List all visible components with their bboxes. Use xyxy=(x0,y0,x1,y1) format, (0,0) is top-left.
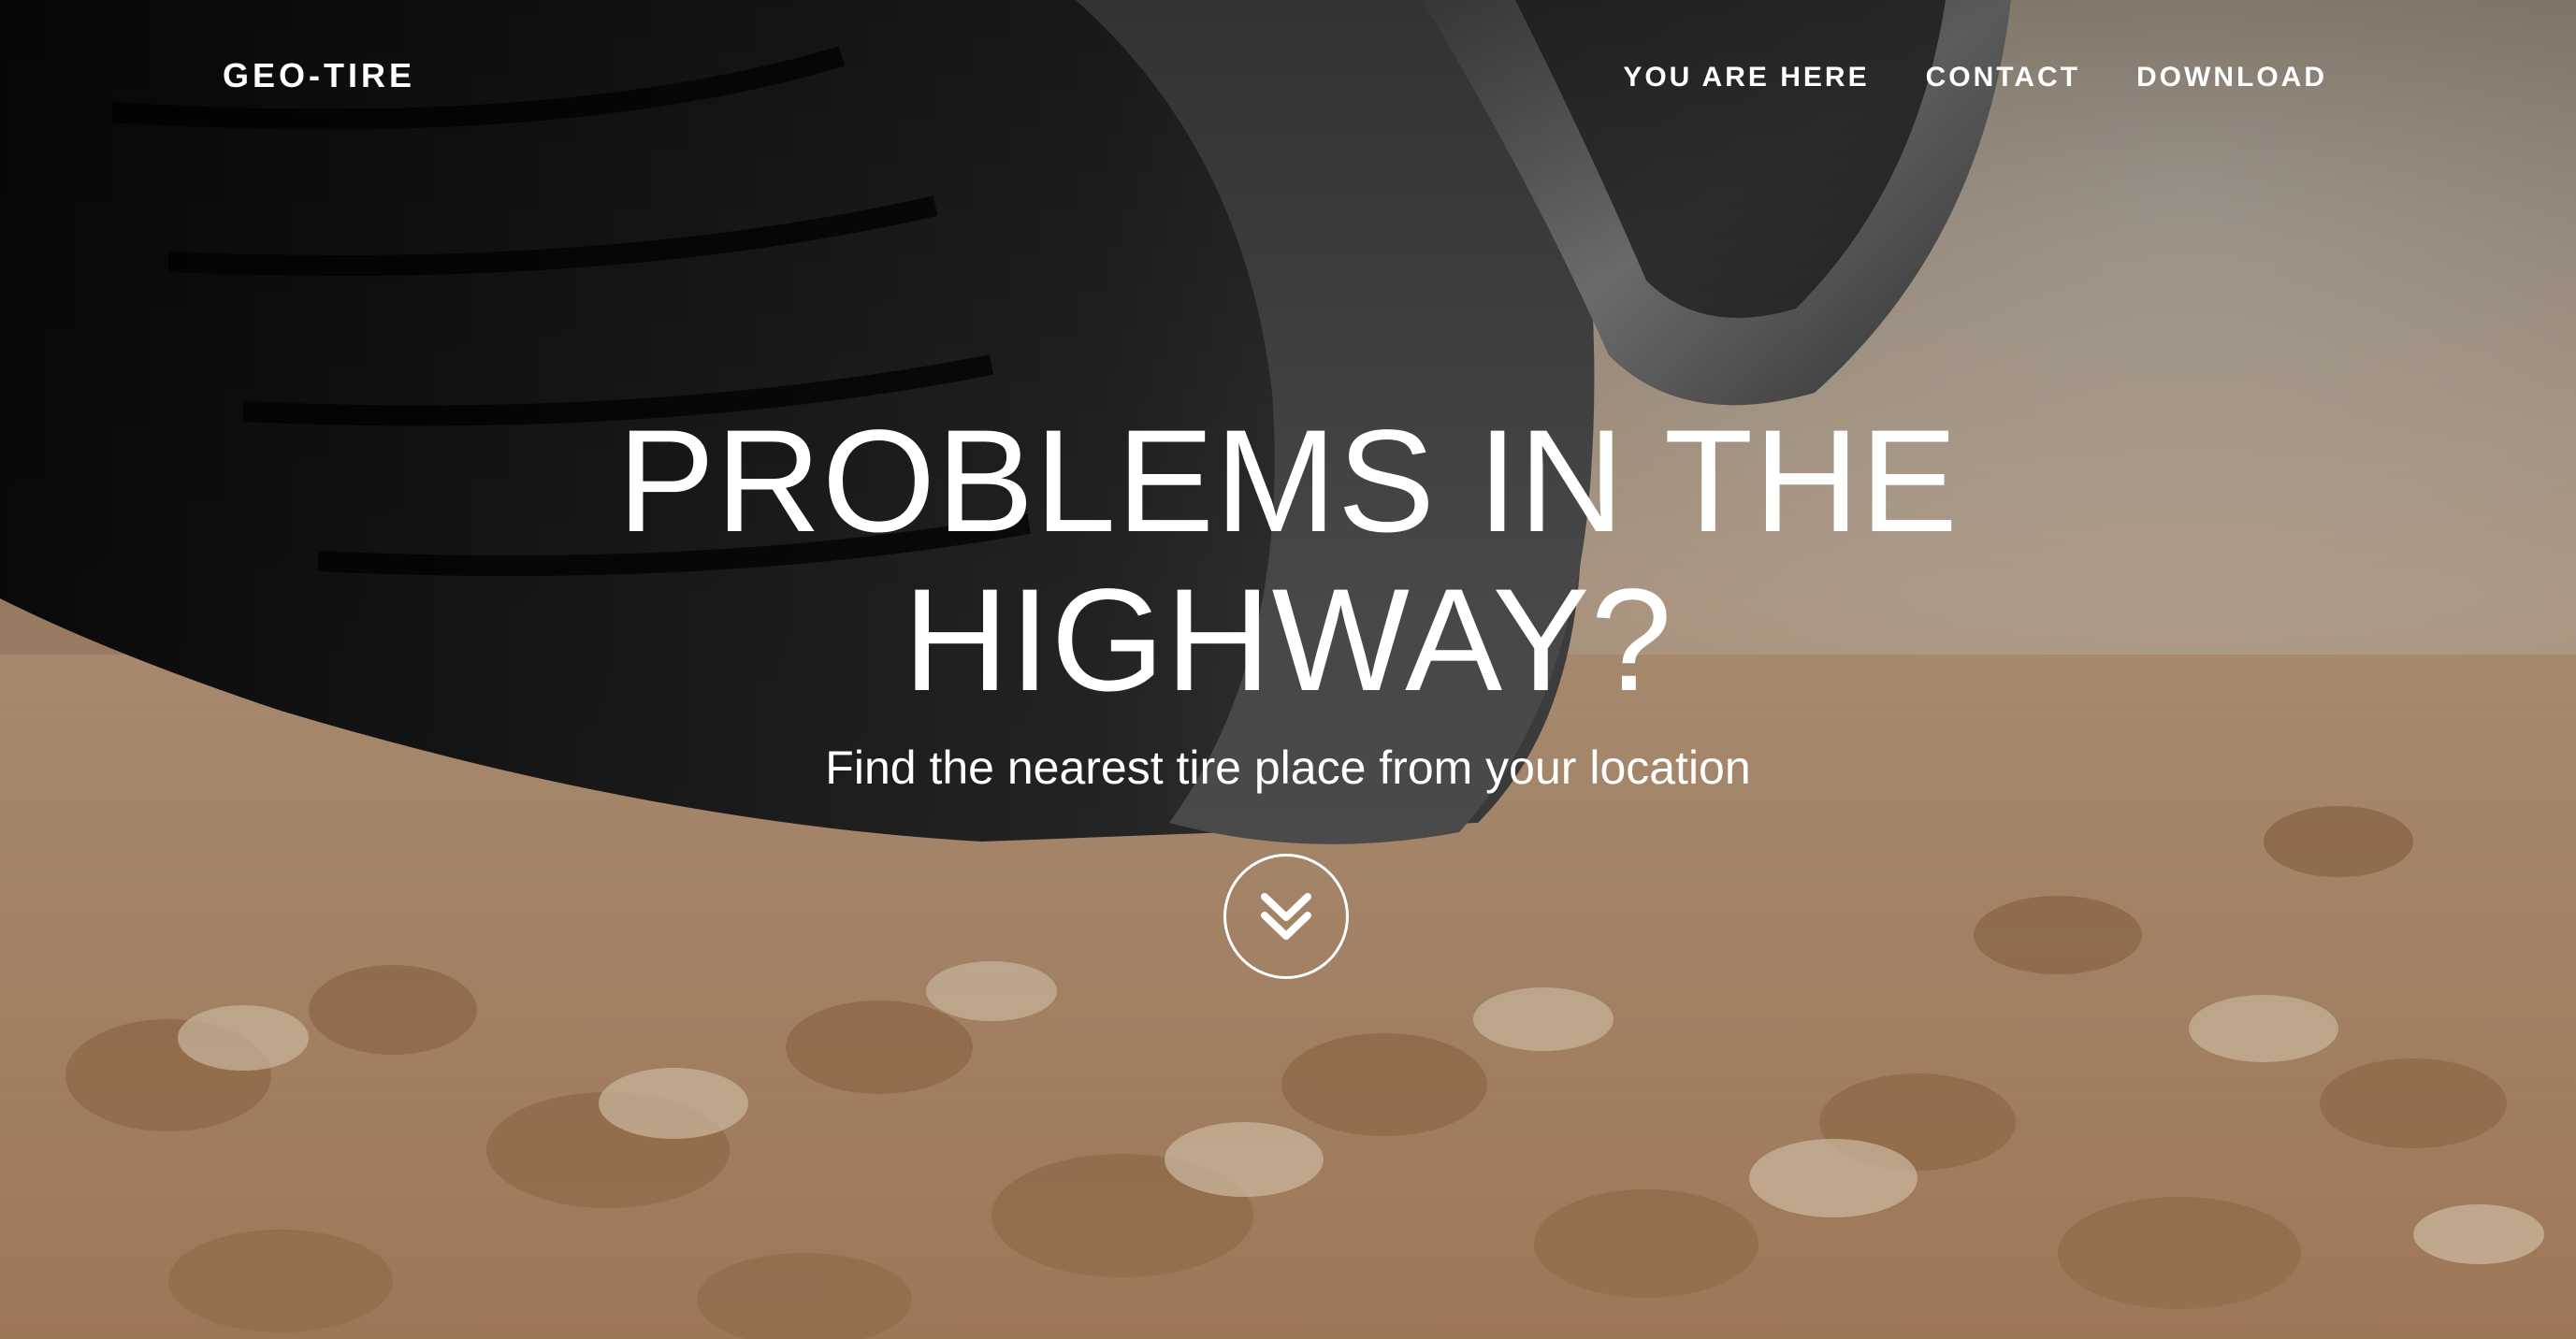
hero-headline-line-1: PROBLEMS IN THE xyxy=(617,400,1959,563)
nav-link-download[interactable]: DOWNLOAD xyxy=(2136,62,2327,94)
hero-headline: PROBLEMS IN THE HIGHWAY? xyxy=(0,402,2576,720)
double-chevron-down-icon xyxy=(1261,893,1311,940)
hero-section: GEO-TIRE YOU ARE HERE CONTACT DOWNLOAD P… xyxy=(0,0,2576,1339)
nav-link-contact[interactable]: CONTACT xyxy=(1926,62,2080,94)
nav-links: YOU ARE HERE CONTACT DOWNLOAD xyxy=(1623,62,2327,94)
nav-link-you-are-here[interactable]: YOU ARE HERE xyxy=(1623,62,1869,94)
top-navbar: GEO-TIRE YOU ARE HERE CONTACT DOWNLOAD xyxy=(0,0,2576,155)
hero-subtitle: Find the nearest tire place from your lo… xyxy=(825,741,1751,794)
hero-headline-line-2: HIGHWAY? xyxy=(903,559,1673,722)
brand-logo-link[interactable]: GEO-TIRE xyxy=(223,56,415,95)
scroll-down-button[interactable] xyxy=(1223,854,1349,979)
